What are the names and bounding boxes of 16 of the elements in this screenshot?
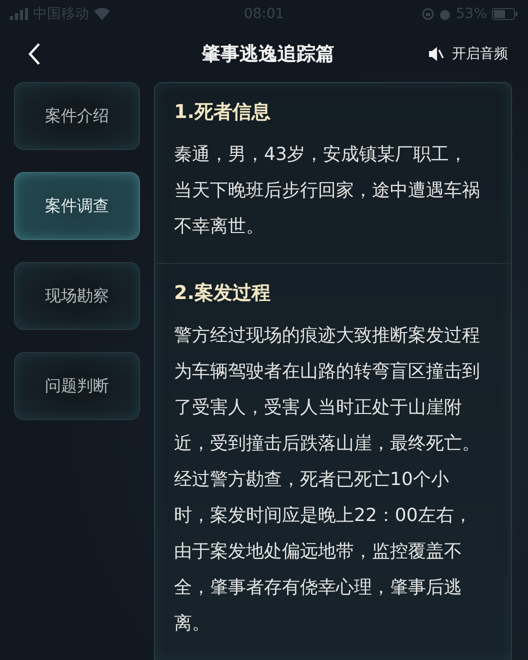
audio-toggle[interactable]: 开启音频 [428, 45, 508, 63]
battery-icon [492, 8, 518, 20]
section-text: 警方经过现场的痕迹大致推断案发过程为车辆驾驶者在山路的转弯盲区撞击到了受害人，受害人当时正处于山崖附近，受到撞击后跌落山崖，最终死亡。经过警方勘查，死者已死亡10个小时，案发时间应是晚上22：00左右，由于案发地处偏远地带，监控覆盖不全，肇事者存有侥幸心理，肇事后逃离。 [174, 324, 481, 636]
section-heading: 1.死者信息 [174, 100, 272, 125]
page-title: 肇事逃逸追踪篇 [202, 42, 334, 67]
wifi-icon [94, 8, 110, 20]
back-button[interactable] [28, 43, 41, 65]
section-text: 秦通，男，43岁，安成镇某厂职工，当天下晚班后步行回家，途中遭遇车祸不幸离世。 [174, 143, 481, 239]
section-heading: 2.案发过程 [174, 281, 272, 306]
sidebar-tab[interactable]: 案件调查 [14, 172, 140, 240]
sidebar-tab[interactable]: 案件介绍 [14, 82, 140, 150]
back-icon [28, 43, 41, 65]
sidebar-tab[interactable]: 现场勘察 [14, 262, 140, 330]
speaker-muted-icon [428, 47, 444, 61]
signal-icon [10, 8, 28, 20]
sidebar-tab[interactable]: 问题判断 [14, 352, 140, 420]
